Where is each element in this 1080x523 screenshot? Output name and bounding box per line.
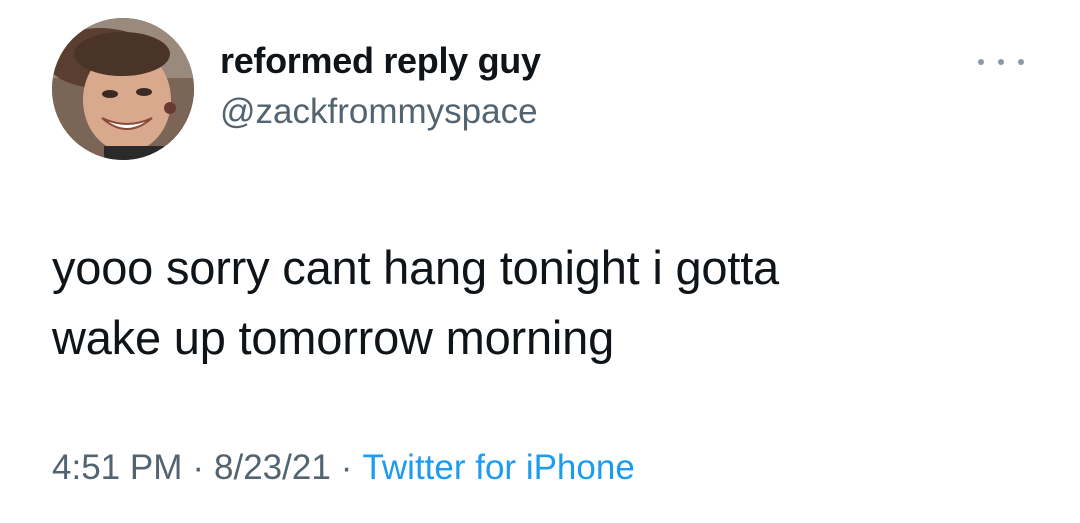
- meta-separator: ·: [340, 448, 353, 487]
- tweet-text-line: wake up tomorrow morning: [52, 311, 615, 364]
- tweet-date[interactable]: 8/23/21: [214, 448, 331, 487]
- user-handle[interactable]: @zackfrommyspace: [220, 92, 538, 132]
- tweet-time[interactable]: 4:51 PM: [52, 448, 182, 487]
- dot-icon: [998, 59, 1004, 65]
- meta-separator: ·: [192, 448, 205, 487]
- tweet-meta: 4:51 PM · 8/23/21 · Twitter for iPhone: [52, 448, 635, 488]
- avatar[interactable]: [52, 18, 194, 160]
- tweet-text: yooo sorry cant hang tonight i gotta wak…: [52, 233, 1052, 373]
- tweet-text-line: yooo sorry cant hang tonight i gotta: [52, 241, 779, 294]
- tweet-source-link[interactable]: Twitter for iPhone: [362, 448, 634, 487]
- dot-icon: [1018, 59, 1024, 65]
- profile-photo-icon: [52, 18, 194, 160]
- more-options-icon[interactable]: [978, 52, 1024, 72]
- tweet-card: reformed reply guy @zackfrommyspace yooo…: [0, 0, 1080, 523]
- dot-icon: [978, 59, 984, 65]
- display-name[interactable]: reformed reply guy: [220, 40, 541, 82]
